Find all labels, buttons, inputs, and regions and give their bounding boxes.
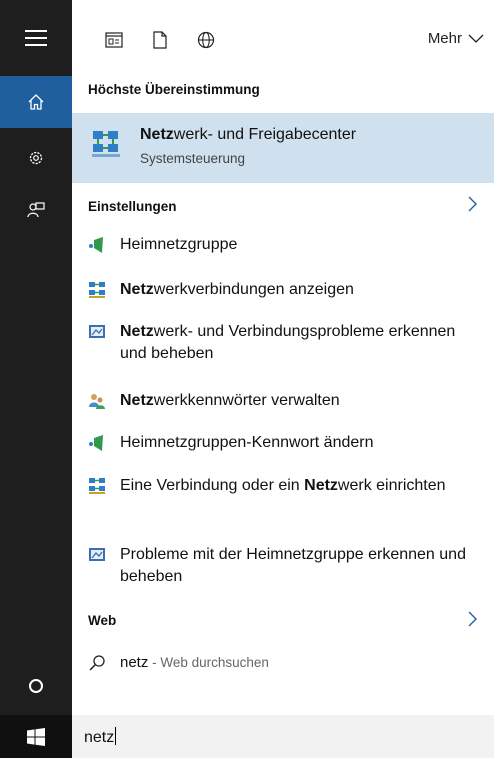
best-match-title: Netzwerk- und Freigabecenter [140,126,357,143]
filter-toolbar: Mehr [72,0,494,70]
gear-icon [29,151,43,165]
troubleshoot-icon [89,548,105,561]
web-search-suggestion[interactable]: netz - Web durchsuchen [72,652,494,674]
chevron-down-icon [468,34,484,43]
start-button[interactable] [0,715,72,758]
settings-more-chevron-icon[interactable] [468,196,478,212]
settings-item-setup-connection[interactable]: Eine Verbindung oder ein Netzwerk einric… [72,475,494,519]
text-caret [115,727,117,745]
homegroup-icon [89,237,103,253]
feedback-icon [27,202,45,218]
web-header: Web [88,613,117,628]
best-match-header: Höchste Übereinstimmung [88,82,260,97]
settings-item-troubleshoot-homegroup[interactable]: Probleme mit der Heimnetzgruppe erkennen… [72,544,494,588]
search-box[interactable]: netz [72,715,494,758]
best-match-result[interactable]: Netzwerk- und Freigabecenter Systemsteue… [72,113,494,183]
hamburger-icon [25,30,47,46]
cortana-button[interactable] [0,660,72,712]
globe-icon [197,31,215,49]
network-icon [89,478,105,494]
more-filters-button[interactable]: Mehr [428,30,484,47]
feedback-button[interactable] [0,184,72,236]
settings-button[interactable] [0,132,72,184]
settings-item-network-passwords[interactable]: Netzwerkkennwörter verwalten [72,390,494,412]
home-button[interactable] [0,76,72,128]
network-center-icon [92,131,120,157]
search-icon [89,655,105,671]
hamburger-menu-button[interactable] [0,12,72,64]
home-icon [28,94,44,110]
web-more-chevron-icon[interactable] [468,611,478,627]
homegroup-icon [89,435,103,451]
web-filter-button[interactable] [194,28,218,52]
search-results-panel: Mehr Höchste Übereinstimmung Netzwerk- u… [72,0,494,715]
cortana-circle-icon [29,679,43,693]
settings-item-troubleshoot-network[interactable]: Netzwerk- und Verbindungsprobleme erkenn… [72,321,494,365]
settings-item-homegroup[interactable]: Heimnetzgruppe [72,234,494,256]
document-icon [153,31,167,49]
documents-filter-button[interactable] [148,28,172,52]
network-icon [89,282,105,298]
troubleshoot-icon [89,325,105,338]
apps-icon [105,32,123,48]
search-input[interactable]: netz [84,727,117,747]
settings-item-homegroup-password[interactable]: Heimnetzgruppen-Kennwort ändern [72,432,494,454]
more-label: Mehr [427,30,462,47]
windows-logo-icon [27,727,45,746]
settings-header: Einstellungen [88,199,177,214]
users-icon [89,394,105,409]
apps-filter-button[interactable] [102,28,126,52]
left-rail [0,0,72,758]
settings-item-network-connections[interactable]: Netzwerkverbindungen anzeigen [72,279,494,301]
best-match-subtitle: Systemsteuerung [140,151,246,166]
